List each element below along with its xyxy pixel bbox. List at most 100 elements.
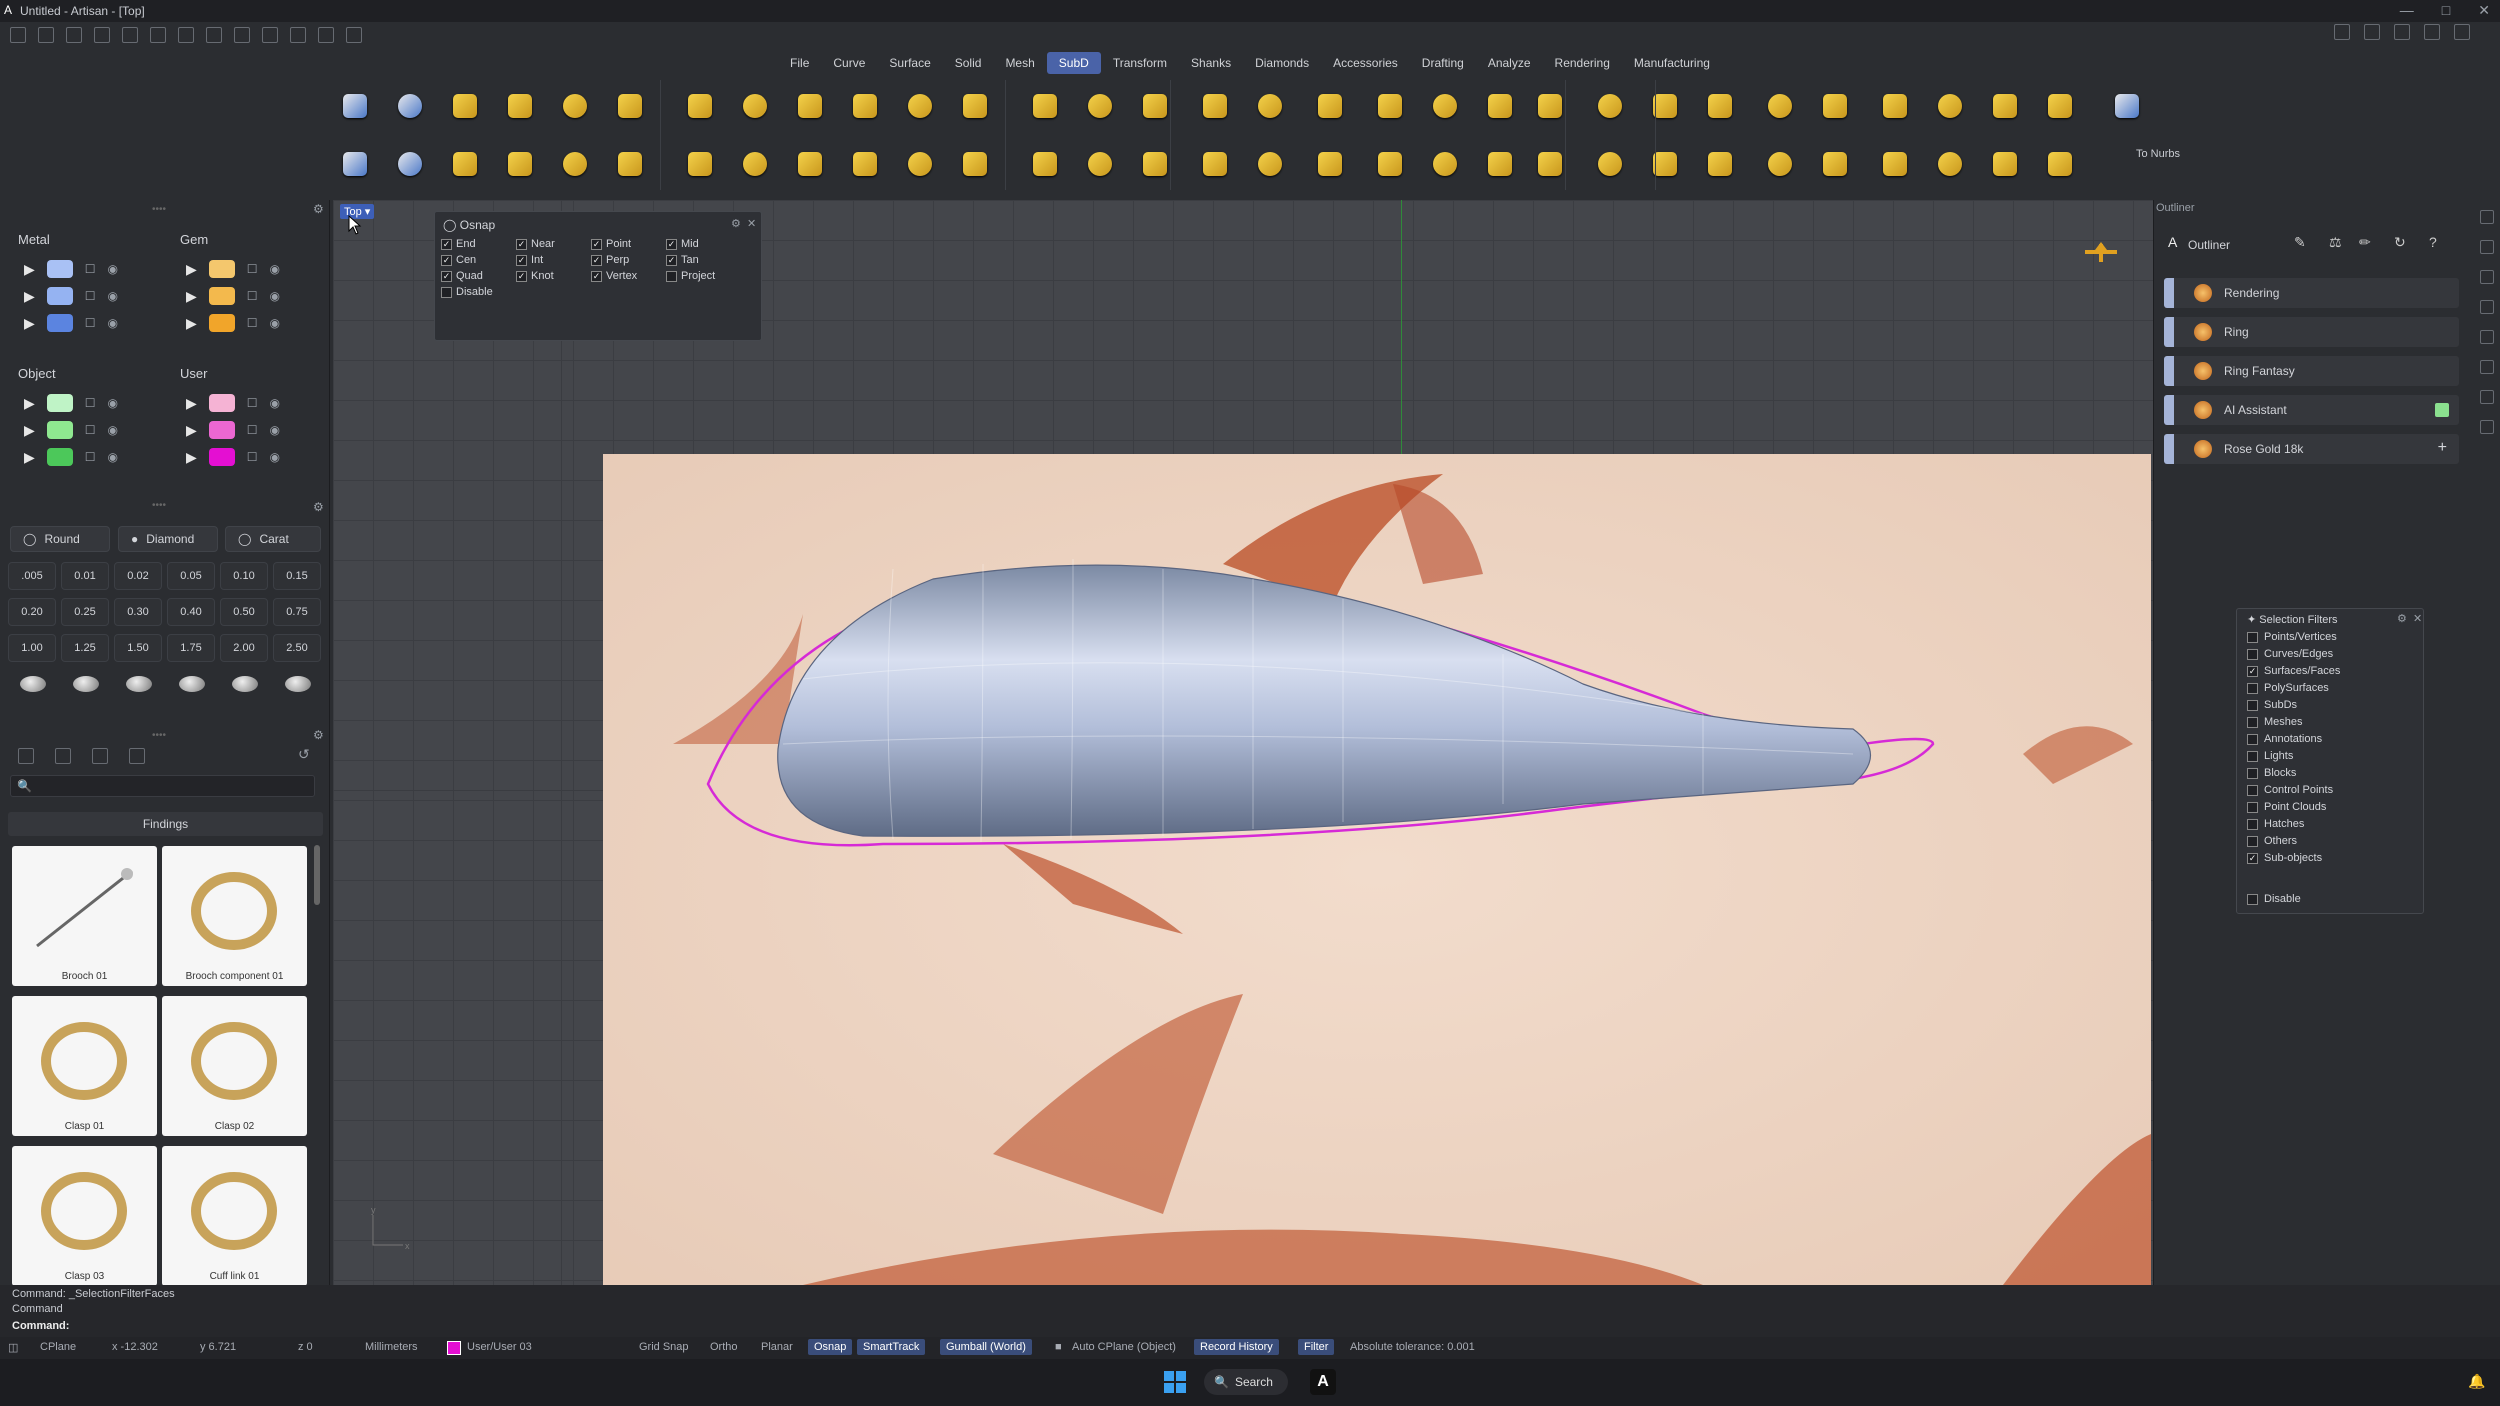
smarttrack-toggle[interactable]: SmartTrack	[857, 1339, 926, 1355]
to-nurbs-button[interactable]	[2107, 86, 2147, 126]
ribbon-tool-button[interactable]	[735, 86, 775, 126]
gem-cut-icon[interactable]	[20, 676, 46, 692]
library-search-input[interactable]: 🔍	[10, 775, 315, 797]
ribbon-tool-button[interactable]	[610, 86, 650, 126]
osnap-option[interactable]: ✓ Point	[591, 238, 631, 250]
ribbon-tool-button[interactable]	[1760, 86, 1800, 126]
library-item-card[interactable]: Brooch 01	[12, 846, 157, 986]
checkbox[interactable]: ✓	[591, 270, 602, 282]
ribbon-tool-button[interactable]	[845, 86, 885, 126]
expand-icon[interactable]: ▶	[24, 288, 35, 305]
layer-color-swatch[interactable]	[208, 314, 235, 332]
open-icon[interactable]	[66, 27, 82, 43]
lock-icon[interactable]: ☐	[247, 450, 258, 464]
ribbon-tool-button[interactable]	[1985, 86, 2025, 126]
plugins-icon[interactable]	[318, 27, 334, 43]
checkbox[interactable]	[666, 270, 677, 282]
gem-size-button[interactable]: 0.02	[114, 562, 162, 590]
gear-icon[interactable]: ⚙	[313, 202, 324, 216]
add-icon[interactable]: +	[2438, 439, 2447, 457]
outliner-item[interactable]: Rendering	[2164, 278, 2459, 308]
eye-icon[interactable]: ◉	[270, 450, 280, 464]
ribbon-tool-button[interactable]	[1815, 86, 1855, 126]
close-icon[interactable]: ✕	[2413, 612, 2422, 625]
panel-shortcut-icon[interactable]	[2480, 270, 2494, 284]
ribbon-tool-button[interactable]	[1250, 86, 1290, 126]
selection-filter-option[interactable]: PolySurfaces	[2247, 682, 2329, 694]
layer-color-swatch[interactable]	[208, 421, 235, 439]
gear-icon[interactable]: ⚙	[2397, 612, 2407, 625]
checkbox[interactable]	[2247, 893, 2258, 905]
gem-size-button[interactable]: 1.00	[8, 634, 56, 662]
ribbon-tool-button[interactable]	[1815, 144, 1855, 184]
gumball-toggle[interactable]: Gumball (World)	[940, 1339, 1032, 1355]
layer-color-swatch[interactable]	[208, 394, 235, 412]
ribbon-tool-button[interactable]	[445, 86, 485, 126]
ribbon-tool-button[interactable]	[2040, 144, 2080, 184]
findings-header[interactable]: Findings	[8, 812, 323, 836]
checkbox[interactable]	[2247, 648, 2258, 660]
units-label[interactable]: Millimeters	[365, 1341, 418, 1353]
carat-dropdown[interactable]: ◯ Carat	[225, 526, 321, 552]
library-item-card[interactable]: Brooch component 01	[162, 846, 307, 986]
ribbon-tool-button[interactable]	[1425, 86, 1465, 126]
layer-color-swatch[interactable]	[46, 314, 73, 332]
ribbon-tool-button[interactable]	[1930, 144, 1970, 184]
help-icon[interactable]: ?	[2429, 234, 2437, 250]
gem-size-button[interactable]: 0.40	[167, 598, 215, 626]
library-icon[interactable]	[92, 748, 108, 764]
menu-surface[interactable]: Surface	[877, 52, 942, 74]
ribbon-tool-button[interactable]	[335, 86, 375, 126]
gem-size-button[interactable]: 0.15	[273, 562, 321, 590]
export-icon[interactable]	[234, 27, 250, 43]
ribbon-tool-button[interactable]	[1590, 86, 1630, 126]
panel-shortcut-icon[interactable]	[2480, 330, 2494, 344]
checkbox[interactable]: ✓	[2247, 852, 2258, 864]
ribbon-tool-button[interactable]	[1135, 86, 1175, 126]
folder-icon[interactable]	[18, 748, 34, 764]
expand-icon[interactable]: ▶	[24, 261, 35, 278]
save-icon[interactable]	[178, 27, 194, 43]
grid-view-icon[interactable]	[129, 748, 145, 764]
panel-shortcut-icon[interactable]	[2480, 300, 2494, 314]
layer-row-user[interactable]: ▶ ☐ ◉	[186, 419, 280, 441]
ribbon-tool-button[interactable]	[680, 144, 720, 184]
ribbon-tool-button[interactable]	[1930, 86, 1970, 126]
layer-row-user[interactable]: ▶ ☐ ◉	[186, 446, 280, 468]
pencil-icon[interactable]: ✏	[2359, 234, 2371, 251]
gem-size-button[interactable]: .005	[8, 562, 56, 590]
auto-cplane-toggle[interactable]: Auto CPlane (Object)	[1072, 1341, 1176, 1353]
info-icon[interactable]	[2364, 24, 2380, 40]
save-as-icon[interactable]	[206, 27, 222, 43]
ribbon-tool-button[interactable]	[610, 144, 650, 184]
ribbon-tool-button[interactable]	[1080, 144, 1120, 184]
ribbon-tool-button[interactable]	[1700, 86, 1740, 126]
menu-curve[interactable]: Curve	[821, 52, 877, 74]
gem-cut-icon[interactable]	[179, 676, 205, 692]
osnap-option[interactable]: ✓ Quad	[441, 270, 483, 282]
ribbon-tool-button[interactable]	[1480, 86, 1520, 126]
taskbar-search[interactable]: 🔍 Search	[1204, 1369, 1288, 1395]
refresh-icon[interactable]: ↺	[298, 746, 310, 763]
eye-icon[interactable]: ◉	[270, 316, 280, 330]
library-item-card[interactable]: Clasp 03	[12, 1146, 157, 1286]
outliner-tab[interactable]: Outliner	[2188, 238, 2230, 252]
selection-filter-option[interactable]: ✓ Sub-objects	[2247, 852, 2322, 864]
gem-size-button[interactable]: 1.25	[61, 634, 109, 662]
checkbox[interactable]: ✓	[441, 270, 452, 282]
current-layer[interactable]: User/User 03	[467, 1341, 532, 1353]
command-prompt[interactable]: Command:	[12, 1320, 69, 1332]
lock-icon[interactable]: ☐	[247, 396, 258, 410]
checkbox[interactable]	[2247, 750, 2258, 762]
lock-icon[interactable]: ☐	[85, 262, 96, 276]
expand-icon[interactable]: ▶	[186, 395, 197, 412]
checkbox[interactable]	[2247, 699, 2258, 711]
layer-color-swatch[interactable]	[46, 448, 73, 466]
ribbon-tool-button[interactable]	[1370, 144, 1410, 184]
checkbox[interactable]	[2247, 716, 2258, 728]
ribbon-tool-button[interactable]	[1700, 144, 1740, 184]
osnap-option[interactable]: ✓ Knot	[516, 270, 554, 282]
layer-row-metal[interactable]: ▶ ☐ ◉	[24, 312, 118, 334]
gear-icon[interactable]: ⚙	[313, 500, 324, 514]
eye-icon[interactable]: ◉	[270, 289, 280, 303]
